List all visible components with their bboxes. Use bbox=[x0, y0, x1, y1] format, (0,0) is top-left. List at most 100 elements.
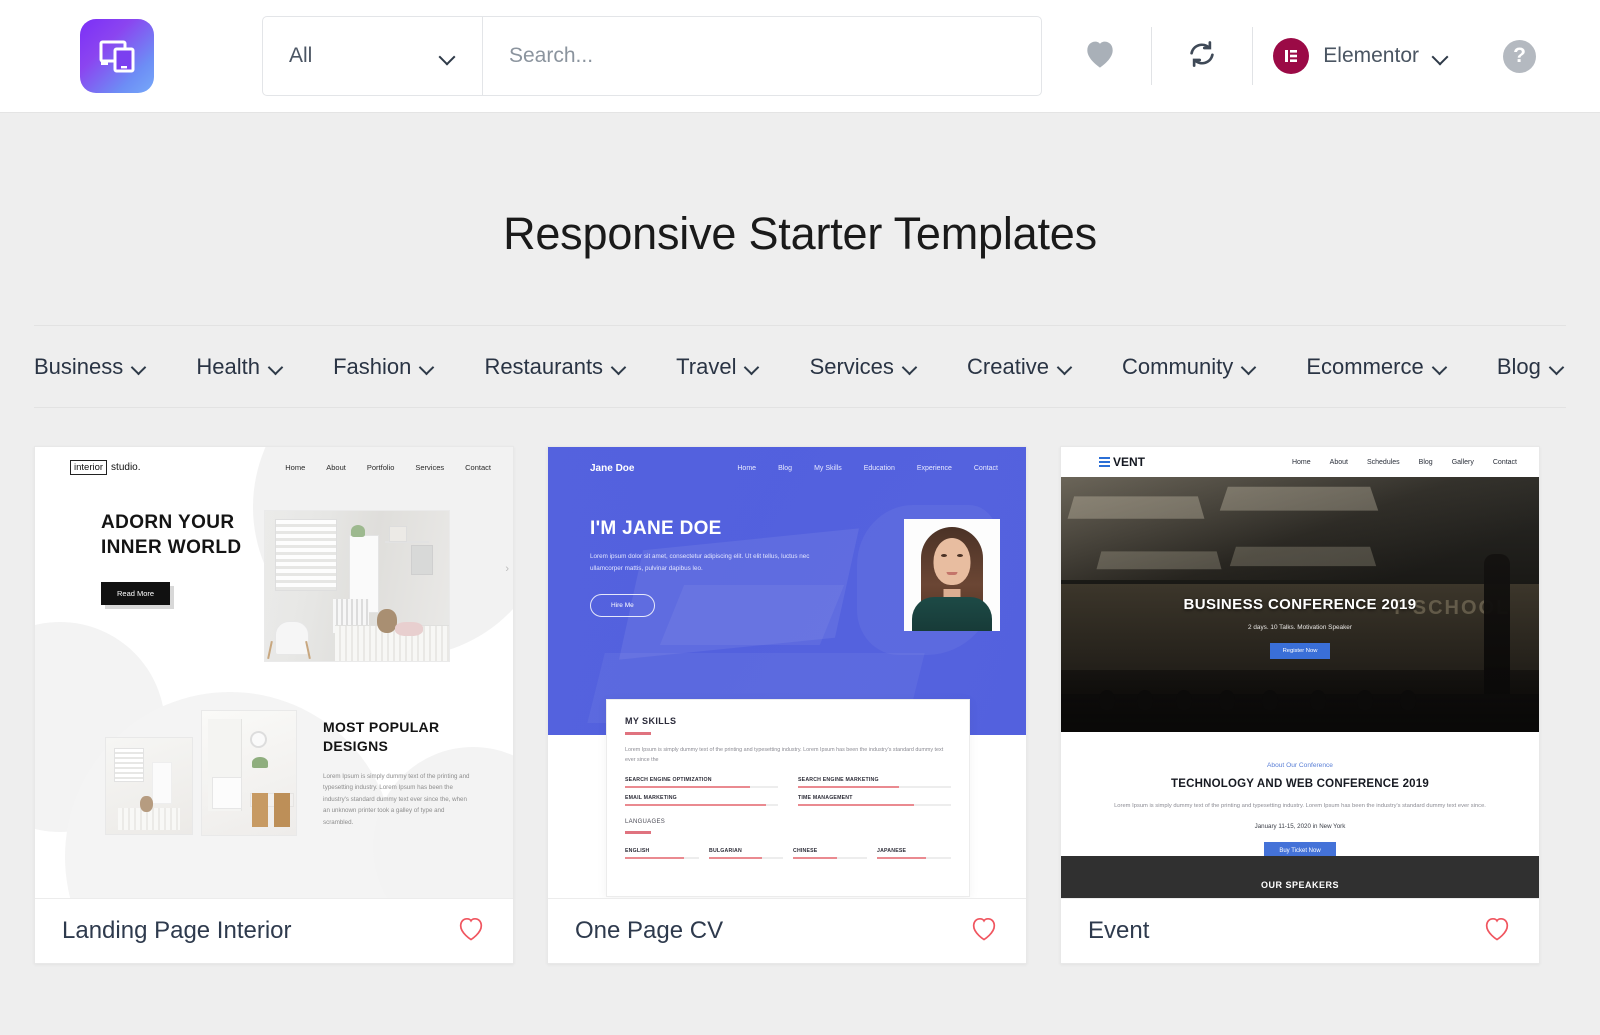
preview-heading: I'M JANE DOE bbox=[590, 518, 722, 539]
heart-outline-icon bbox=[969, 917, 999, 946]
favorite-toggle-button[interactable] bbox=[1482, 915, 1512, 947]
nav-link: Contact bbox=[465, 463, 491, 472]
preview-brand: VENT bbox=[1099, 455, 1145, 469]
preview-section-heading: MOST POPULAR DESIGNS bbox=[323, 718, 440, 755]
language-track bbox=[793, 856, 867, 860]
category-item-community[interactable]: Community bbox=[1122, 354, 1258, 380]
nav-link: About bbox=[1329, 458, 1348, 466]
preview-interior-photo bbox=[264, 510, 450, 662]
language-track bbox=[877, 856, 951, 860]
category-item-fashion[interactable]: Fashion bbox=[333, 354, 436, 380]
chevron-down-icon bbox=[612, 362, 628, 372]
preview-section-paragraph: Lorem Ipsum is simply dummy text of the … bbox=[323, 772, 470, 826]
skill-fill bbox=[798, 804, 915, 807]
help-button[interactable]: ? bbox=[1469, 27, 1570, 85]
template-card-event[interactable]: VENT Home About Schedules Blog Gallery C… bbox=[1060, 446, 1540, 964]
category-item-services[interactable]: Services bbox=[810, 354, 919, 380]
template-card-footer: Landing Page Interior bbox=[35, 898, 513, 963]
preview-nav-links: Home Blog My Skills Education Experience… bbox=[737, 465, 998, 472]
nav-link: Schedules bbox=[1366, 458, 1400, 466]
preview-about-section: About Our Conference TECHNOLOGY AND WEB … bbox=[1061, 732, 1539, 861]
category-item-health[interactable]: Health bbox=[196, 354, 285, 380]
sync-button[interactable] bbox=[1152, 27, 1252, 85]
preview-heading: ADORN YOUR INNER WORLD bbox=[101, 512, 242, 559]
favorites-button[interactable] bbox=[1049, 27, 1151, 85]
preview-cta-button: Hire Me bbox=[590, 593, 655, 617]
template-title: Landing Page Interior bbox=[62, 917, 292, 944]
chevron-down-icon bbox=[269, 362, 285, 372]
language-track bbox=[625, 856, 699, 860]
accent-underline bbox=[625, 831, 651, 834]
nav-link: Blog bbox=[778, 465, 793, 472]
category-nav: Business Health Fashion Restaurants Trav… bbox=[34, 325, 1566, 408]
category-label: Business bbox=[34, 353, 124, 379]
preview-subtitle: Lorem ipsum dolor sit amet, consectetur … bbox=[590, 553, 810, 572]
skill-track bbox=[798, 804, 951, 807]
category-item-ecommerce[interactable]: Ecommerce bbox=[1306, 354, 1448, 380]
brand-boxed-word: interior bbox=[70, 460, 108, 475]
responsive-devices-icon bbox=[96, 35, 138, 77]
template-grid: interior studio. Home About Portfolio Se… bbox=[0, 408, 1600, 964]
preview-brand: Jane Doe bbox=[590, 463, 635, 474]
template-card-landing-page-interior[interactable]: interior studio. Home About Portfolio Se… bbox=[34, 446, 514, 964]
category-label: Services bbox=[809, 353, 894, 379]
language-fill bbox=[625, 856, 685, 860]
language-item: BULGARIAN bbox=[709, 847, 783, 860]
chevron-right-icon: › bbox=[505, 563, 509, 575]
language-label: BULGARIAN bbox=[709, 847, 742, 854]
preview-room-photo-2 bbox=[201, 710, 297, 836]
skill-item: SEARCH ENGINE MARKETING bbox=[798, 777, 951, 789]
template-card-footer: One Page CV bbox=[548, 898, 1026, 963]
brand-text: VENT bbox=[1113, 455, 1146, 469]
category-item-restaurants[interactable]: Restaurants bbox=[484, 354, 628, 380]
language-label: ENGLISH bbox=[625, 847, 650, 854]
category-label: Health bbox=[196, 353, 260, 379]
language-item: ENGLISH bbox=[625, 847, 699, 860]
category-item-blog[interactable]: Blog bbox=[1497, 354, 1566, 380]
language-track bbox=[709, 856, 783, 860]
app-logo[interactable] bbox=[80, 19, 154, 93]
search-input[interactable] bbox=[483, 17, 1041, 95]
skill-track bbox=[798, 786, 951, 789]
preview-nav-links: Home About Schedules Blog Gallery Contac… bbox=[1292, 459, 1517, 466]
elementor-logo-icon bbox=[1273, 38, 1310, 74]
skill-fill bbox=[798, 786, 899, 789]
nav-link: Gallery bbox=[1451, 458, 1474, 466]
nav-link: My Skills bbox=[814, 465, 842, 472]
category-filter-select[interactable]: All bbox=[263, 17, 483, 95]
skill-item: SEARCH ENGINE OPTIMIZATION bbox=[625, 777, 778, 789]
chevron-down-icon bbox=[132, 362, 148, 372]
category-label: Travel bbox=[676, 353, 737, 379]
favorite-toggle-button[interactable] bbox=[456, 915, 486, 947]
preview-about-paragraph: Lorem Ipsum is simply dummy text of the … bbox=[1114, 803, 1486, 809]
chevron-down-icon bbox=[1433, 51, 1449, 61]
preview-skills-paragraph: Lorem Ipsum is simply dummy text of the … bbox=[625, 746, 944, 763]
account-menu[interactable]: Elementor bbox=[1253, 38, 1469, 74]
hamburger-bars-icon bbox=[1099, 457, 1110, 467]
category-label: Restaurants bbox=[484, 353, 604, 379]
preview-skills-panel: MY SKILLS Lorem Ipsum is simply dummy te… bbox=[606, 699, 970, 897]
chevron-down-icon bbox=[440, 51, 456, 61]
language-item: CHINESE bbox=[793, 848, 867, 860]
skill-item: TIME MANAGEMENT bbox=[798, 795, 951, 807]
template-card-one-page-cv[interactable]: Jane Doe Home Blog My Skills Education E… bbox=[547, 446, 1027, 964]
heart-outline-icon bbox=[456, 917, 486, 946]
category-item-creative[interactable]: Creative bbox=[967, 354, 1074, 380]
template-preview[interactable]: VENT Home About Schedules Blog Gallery C… bbox=[1061, 447, 1539, 898]
preview-navbar: Jane Doe Home Blog My Skills Education E… bbox=[548, 447, 1026, 474]
preview-event-date: January 11-15, 2020 in New York bbox=[1254, 823, 1346, 831]
brand-rest-word: studio. bbox=[111, 462, 141, 473]
category-item-business[interactable]: Business bbox=[34, 354, 148, 380]
preview-hero: ADORN YOUR INNER WORLD Read More bbox=[35, 475, 513, 662]
account-name: Elementor bbox=[1323, 44, 1419, 67]
preview-brand: interior studio. bbox=[70, 460, 141, 475]
preview-navbar: VENT Home About Schedules Blog Gallery C… bbox=[1061, 447, 1539, 477]
language-label: JAPANESE bbox=[877, 847, 907, 854]
template-preview[interactable]: Jane Doe Home Blog My Skills Education E… bbox=[548, 447, 1026, 898]
category-item-travel[interactable]: Travel bbox=[676, 354, 761, 380]
favorite-toggle-button[interactable] bbox=[969, 915, 999, 947]
language-item: JAPANESE bbox=[877, 847, 951, 860]
category-label: Creative bbox=[967, 353, 1049, 379]
template-preview[interactable]: interior studio. Home About Portfolio Se… bbox=[35, 447, 513, 898]
preview-languages-title: LANGUAGES bbox=[625, 819, 666, 826]
